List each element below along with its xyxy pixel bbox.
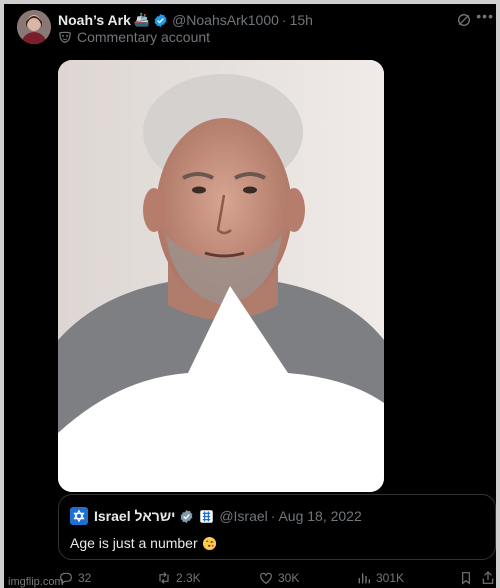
quoted-text: Age is just a number — [70, 535, 198, 551]
grok-icon[interactable] — [456, 12, 472, 28]
share-icon — [482, 571, 494, 584]
flag-icon — [70, 507, 88, 525]
reply-count: 32 — [78, 571, 92, 585]
quoted-author-row: Israel ישראל @Israel · Aug 18, 2022 — [70, 507, 362, 525]
quoted-post[interactable]: Israel ישראל @Israel · Aug 18, 2022 Age … — [58, 494, 496, 560]
share-button[interactable] — [480, 570, 496, 586]
government-badge-icon — [200, 509, 214, 523]
repost-count: 2.3K — [176, 571, 201, 585]
action-bar: 32 2.3K 30K 301K — [58, 570, 496, 588]
kissing-face-emoji-icon — [202, 536, 216, 550]
quoted-date[interactable]: Aug 18, 2022 — [278, 508, 361, 524]
quoted-display-name[interactable]: Israel ישראל — [94, 508, 175, 524]
more-icon[interactable]: ••• — [476, 8, 494, 24]
handle[interactable]: @NoahsArk1000 — [172, 12, 279, 28]
repost-icon — [159, 572, 169, 584]
display-name[interactable]: Noah’s Ark — [58, 12, 131, 28]
bookmark-icon — [462, 572, 470, 585]
like-button[interactable]: 30K — [258, 570, 299, 586]
like-icon — [260, 572, 272, 585]
views-count: 301K — [376, 571, 405, 585]
avatar[interactable] — [17, 10, 51, 44]
quoted-handle[interactable]: @Israel — [219, 508, 267, 524]
separator-dot: · — [281, 12, 287, 28]
views-icon — [358, 573, 370, 584]
separator-dot: · — [270, 508, 276, 524]
commentary-label: Commentary account — [77, 29, 211, 45]
views-button[interactable]: 301K — [356, 570, 404, 586]
mask-icon — [59, 31, 71, 43]
timestamp[interactable]: 15h — [290, 12, 313, 28]
commentary-label-row: Commentary account — [58, 28, 210, 46]
watermark: imgflip.com — [8, 576, 64, 588]
post-image[interactable] — [58, 60, 384, 492]
like-count: 30K — [278, 571, 300, 585]
author-row: Noah’s Ark 🚢 @NoahsArk1000 · 15h — [58, 10, 313, 30]
verified-icon — [180, 509, 193, 523]
tweet-container: Noah’s Ark 🚢 @NoahsArk1000 · 15h ••• Com… — [4, 4, 496, 588]
quoted-text-row: Age is just a number — [70, 535, 217, 551]
repost-button[interactable]: 2.3K — [156, 570, 201, 586]
ship-emoji: 🚢 — [133, 12, 151, 27]
bookmark-button[interactable] — [458, 570, 478, 586]
verified-icon — [154, 13, 167, 27]
